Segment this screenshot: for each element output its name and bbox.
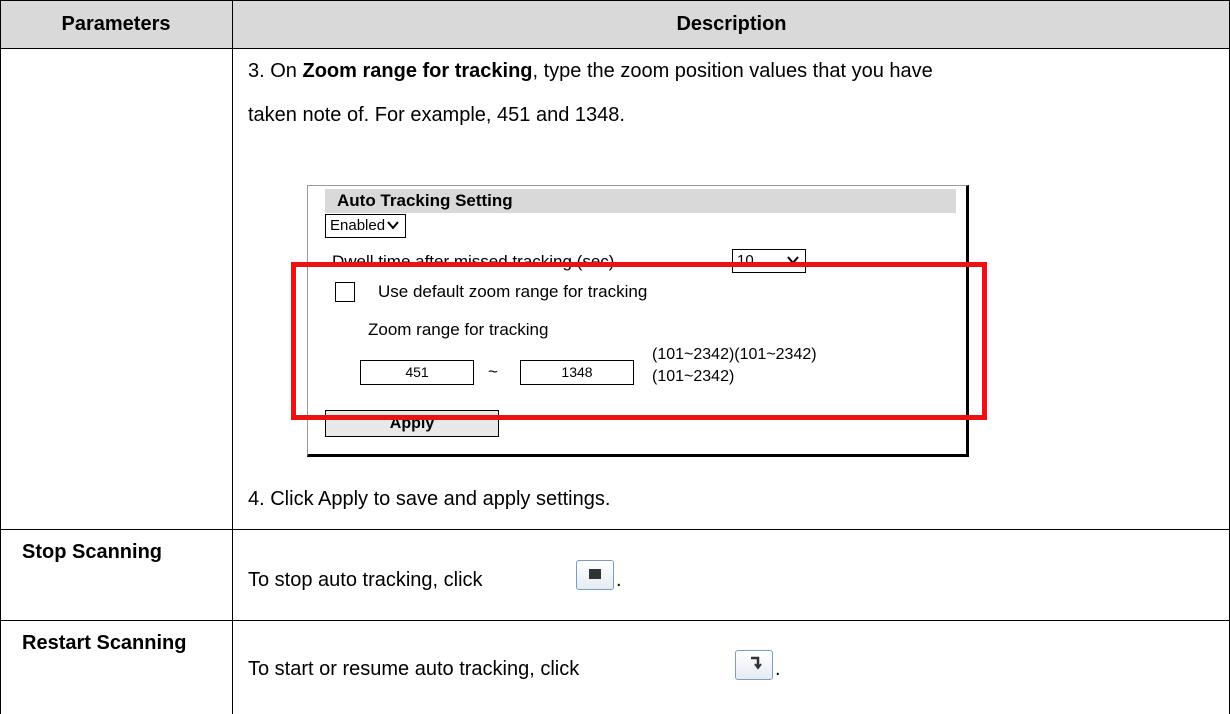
- header-description: Description: [676, 12, 787, 35]
- step4-text: 4. Click Apply to save and apply setting…: [248, 488, 611, 510]
- step3-line1: 3. On Zoom range for tracking, type the …: [248, 60, 933, 82]
- resume-button[interactable]: [735, 650, 773, 680]
- param-restart-scanning: Restart Scanning: [22, 632, 187, 654]
- row-divider-1: [0, 529, 1230, 530]
- chevron-down-icon: [386, 217, 400, 239]
- enable-select[interactable]: Enabled: [325, 214, 406, 238]
- step3-line2: taken note of. For example, 451 and 1348…: [248, 104, 625, 126]
- stop-button[interactable]: [576, 560, 614, 590]
- row-divider-2: [0, 620, 1230, 621]
- column-divider: [232, 0, 233, 714]
- stop-trailing-period: .: [616, 569, 622, 591]
- header-divider: [0, 48, 1230, 49]
- restart-scanning-description: To start or resume auto tracking, click: [248, 658, 579, 681]
- param-stop-scanning: Stop Scanning: [22, 541, 162, 563]
- restart-scanning-text: To start or resume auto tracking, click: [248, 658, 580, 680]
- resume-arrow-icon: [746, 655, 762, 676]
- highlight-box: [291, 262, 987, 420]
- enable-select-value: Enabled: [330, 217, 386, 234]
- restart-trailing-period: .: [775, 658, 781, 680]
- step3-bold-term: Zoom range for tracking: [302, 60, 533, 82]
- table-border-left: [0, 0, 1, 714]
- table-border-top: [0, 0, 1230, 1]
- header-parameters: Parameters: [61, 12, 171, 35]
- stop-icon: [589, 566, 601, 584]
- auto-tracking-title: Auto Tracking Setting: [325, 189, 956, 213]
- stop-scanning-description: To stop auto tracking, click: [248, 569, 483, 592]
- stop-scanning-text: To stop auto tracking, click: [248, 569, 483, 591]
